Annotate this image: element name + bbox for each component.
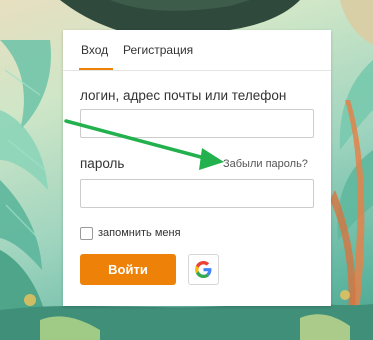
login-input[interactable] <box>80 109 314 138</box>
password-input[interactable] <box>80 179 314 208</box>
tab-login[interactable]: Вход <box>81 43 108 58</box>
login-button[interactable]: Войти <box>80 254 176 285</box>
password-field-label: пароль <box>80 156 125 171</box>
remember-me-checkbox[interactable] <box>80 227 93 240</box>
google-login-button[interactable] <box>188 254 219 285</box>
active-tab-indicator <box>79 68 113 70</box>
google-icon <box>195 261 212 278</box>
remember-me-label: запомнить меня <box>98 227 181 239</box>
auth-tabs: Вход Регистрация <box>63 30 331 71</box>
tab-register[interactable]: Регистрация <box>123 43 193 58</box>
login-page: Вход Регистрация логин, адрес почты или … <box>0 0 373 340</box>
login-form-card: Вход Регистрация логин, адрес почты или … <box>63 30 331 306</box>
login-field-label: логин, адрес почты или телефон <box>80 88 287 103</box>
forgot-password-link[interactable]: Забыли пароль? <box>223 157 308 171</box>
